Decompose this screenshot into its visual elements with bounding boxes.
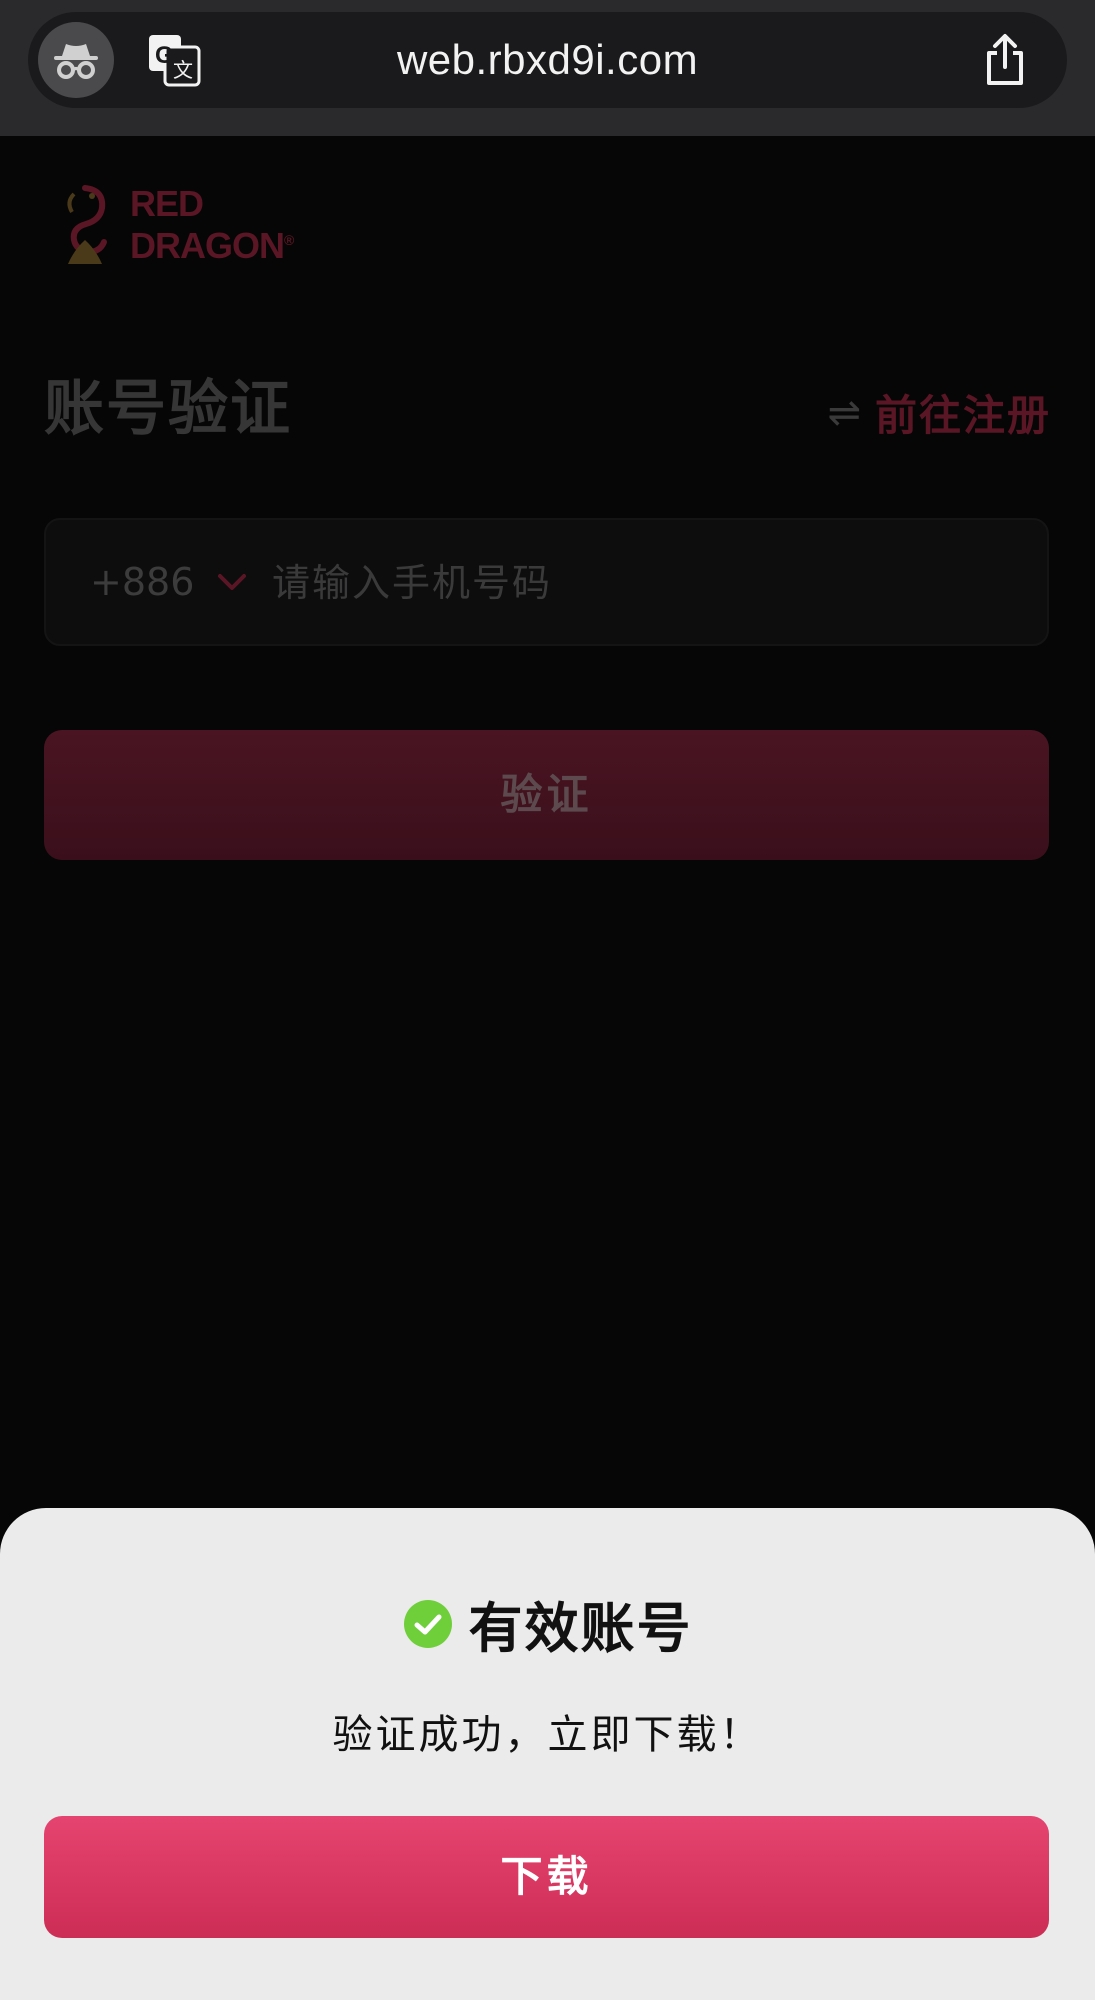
logo-wordmark: RED DRAGON® (130, 183, 294, 266)
svg-text:文: 文 (173, 58, 193, 82)
incognito-icon (54, 44, 98, 79)
share-button[interactable] (977, 32, 1033, 88)
go-register-link[interactable]: ⇌ 前往注册 (827, 382, 1051, 443)
page-title: 账号验证 (44, 374, 292, 444)
logo-line-2-text: DRAGON (130, 225, 285, 266)
red-dragon-logo[interactable]: RED DRAGON® (44, 180, 314, 270)
svg-text:G: G (155, 42, 174, 69)
phone-number-field: +886 (44, 518, 1049, 646)
translate-button[interactable]: G 文 (146, 32, 202, 88)
incognito-button[interactable] (38, 22, 114, 98)
register-link-label: 前往注册 (874, 391, 1051, 440)
swap-icon: ⇌ (827, 389, 861, 436)
logo-line-1: RED (130, 183, 204, 224)
dragon-logo-icon (67, 185, 107, 264)
check-circle-icon (403, 1599, 452, 1648)
browser-toolbar: web.rbxd9i.com G 文 (0, 0, 1095, 136)
phone-input[interactable] (270, 520, 1014, 646)
sheet-message: 验证成功，立即下载！ (332, 1712, 763, 1758)
share-icon (987, 34, 1023, 85)
logo-line-2: DRAGON® (130, 222, 294, 266)
registered-mark: ® (284, 232, 294, 248)
translate-icon: G 文 (149, 35, 201, 87)
screen: web.rbxd9i.com G 文 RED DRAGON® 账号验证 ⇌ 前往… (0, 0, 1095, 2000)
verify-button[interactable]: 验证 (44, 730, 1049, 860)
address-bar[interactable]: web.rbxd9i.com G 文 (28, 12, 1067, 108)
chevron-down-icon[interactable] (214, 564, 250, 600)
country-code-selector[interactable]: +886 (90, 520, 194, 644)
valid-account-sheet: 有效账号 验证成功，立即下载！ 下载 (0, 1508, 1095, 2000)
sheet-header: 有效账号 (0, 1584, 1095, 1663)
sheet-title: 有效账号 (468, 1597, 693, 1660)
download-button[interactable]: 下载 (44, 1816, 1049, 1938)
